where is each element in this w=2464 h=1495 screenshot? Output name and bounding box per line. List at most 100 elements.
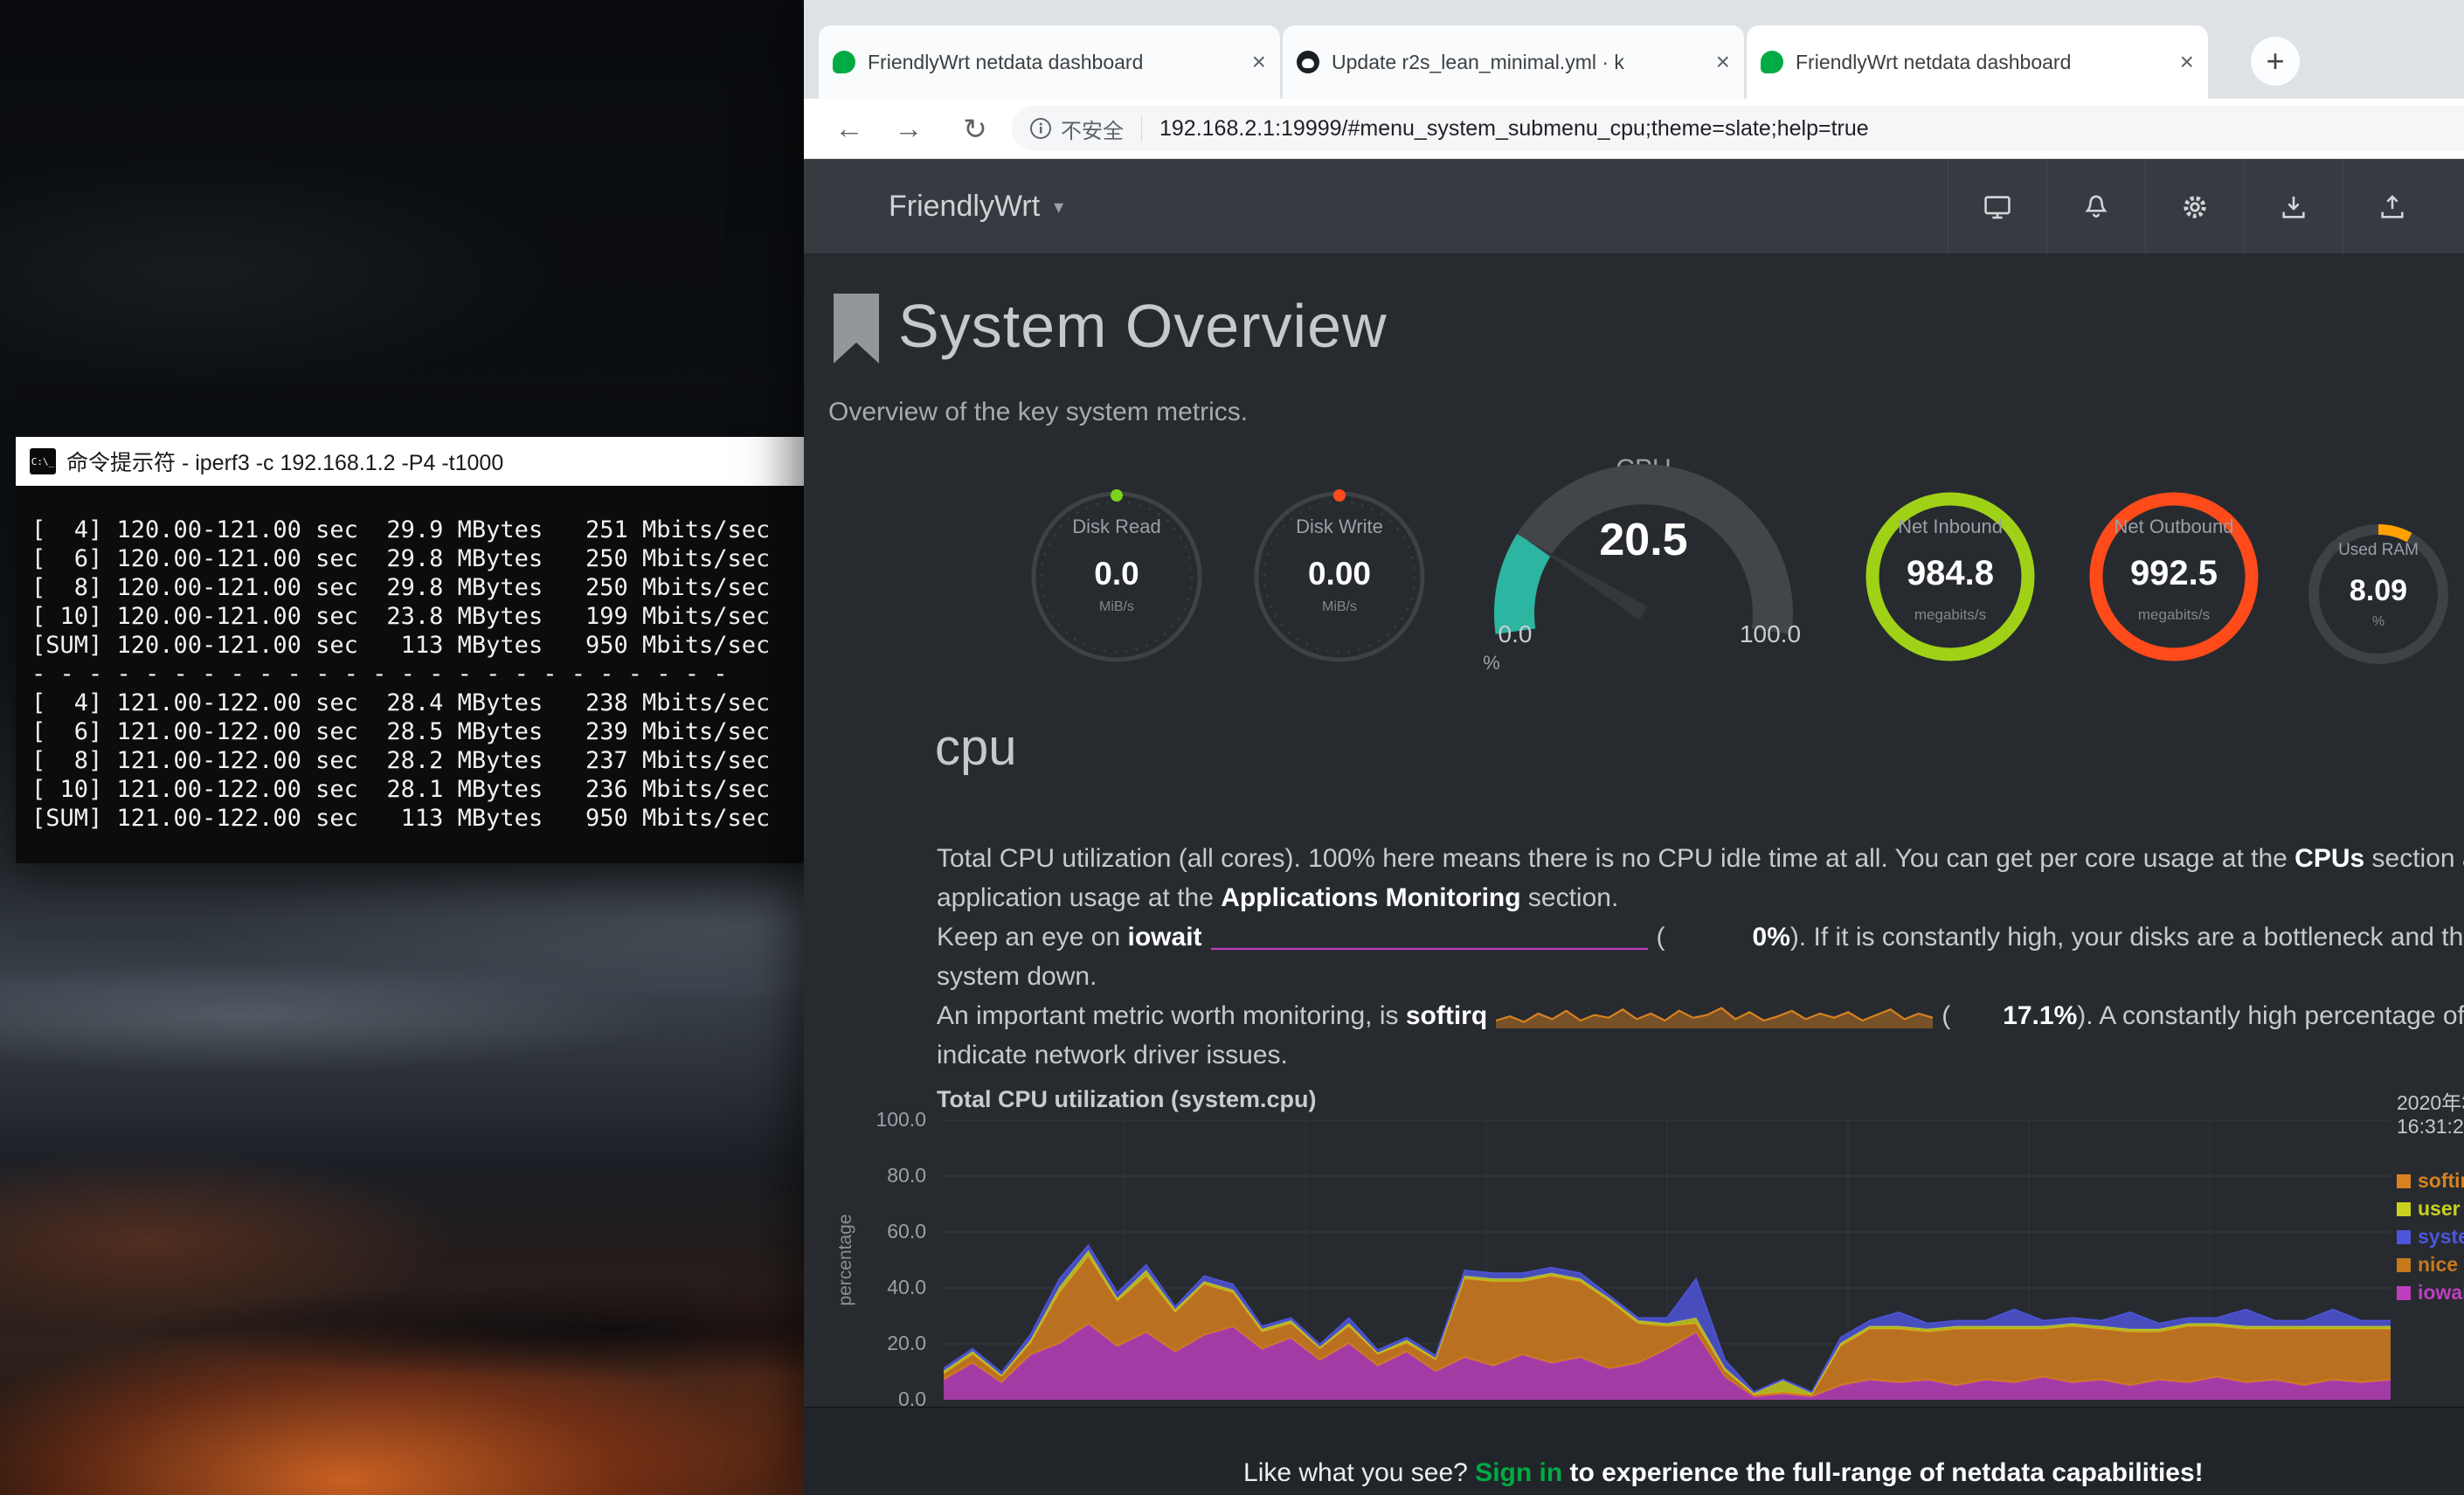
terminal-line: - - - - - - - - - - - - - - - - - - - - …	[31, 660, 797, 689]
brand-dropdown[interactable]: FriendlyWrt ▾	[889, 159, 1063, 254]
legend-label: nice	[2418, 1253, 2458, 1277]
text: (	[1941, 1001, 1950, 1031]
text: system down.	[937, 962, 1097, 992]
terminal-title: 命令提示符 - iperf3 -c 192.168.1.2 -P4 -t1000	[66, 446, 503, 477]
url-text: 192.168.2.1:19999/#menu_system_submenu_c…	[1159, 116, 1869, 142]
legend-swatch	[2397, 1174, 2411, 1188]
netdata-header: FriendlyWrt ▾	[804, 159, 2464, 254]
terminal-line: [ 6] 121.00-122.00 sec 28.5 MBytes 239 M…	[31, 717, 797, 746]
address-bar: ← → ↻ 不安全 192.168.2.1:19999/#menu_system…	[804, 99, 2464, 159]
gauge-net-inbound[interactable]: Net Inbound 984.8 megabits/s	[1863, 489, 2038, 664]
terminal-line: [ 6] 120.00-121.00 sec 29.8 MBytes 250 M…	[31, 544, 797, 573]
tab-title: Update r2s_lean_minimal.yml · k	[1332, 51, 1707, 74]
signin-link[interactable]: Sign in	[1475, 1458, 1562, 1487]
reload-icon: ↻	[963, 112, 987, 146]
softirq-value: 17.1%	[2003, 1001, 2077, 1031]
gauge-cpu[interactable]: CPU 20.5 0.0 100.0 %	[1460, 454, 1827, 682]
settings-button[interactable]	[2145, 159, 2244, 254]
plus-icon: +	[2266, 43, 2284, 80]
terminal-output[interactable]: [ 4] 120.00-121.00 sec 29.9 MBytes 251 M…	[16, 486, 804, 863]
text: Total CPU utilization (all cores). 100% …	[937, 844, 2294, 874]
netdata-favicon	[1761, 51, 1783, 73]
reload-button[interactable]: ↻	[951, 104, 1000, 153]
gauge-unit: %	[2304, 614, 2453, 630]
description-line: system down.	[937, 957, 2464, 996]
signin-bar: Like what you see? Sign in to experience…	[804, 1407, 2464, 1495]
softirq-sparkline[interactable]	[1496, 1001, 1933, 1031]
terminal-line: [ 8] 121.00-122.00 sec 28.2 MBytes 237 M…	[31, 746, 797, 775]
y-axis-tick: 40.0	[828, 1276, 926, 1299]
export-button[interactable]	[2343, 159, 2441, 254]
omnibox-divider	[1141, 115, 1142, 142]
iowait-sparkline[interactable]	[1211, 923, 1648, 952]
applications-monitoring-link[interactable]: Applications Monitoring	[1221, 883, 1520, 913]
info-icon[interactable]	[1029, 117, 1052, 140]
y-axis-tick: 100.0	[828, 1108, 926, 1132]
terminal-titlebar[interactable]: C:\_ 命令提示符 - iperf3 -c 192.168.1.2 -P4 -…	[16, 437, 804, 486]
gauge-unit: megabits/s	[1863, 606, 2038, 624]
signin-suffix: to experience the full-range of netdata …	[1562, 1458, 2204, 1487]
browser-tab[interactable]: FriendlyWrt netdata dashboard ×	[819, 25, 1280, 99]
tab-close-button[interactable]: ×	[1252, 48, 1266, 76]
terminal-line: [ 4] 121.00-122.00 sec 28.4 MBytes 238 M…	[31, 689, 797, 717]
chart-legend: softirq user system nice iowait	[2397, 1171, 2464, 1303]
import-button[interactable]	[2244, 159, 2343, 254]
back-button[interactable]: ←	[825, 104, 874, 153]
security-label[interactable]: 不安全	[1061, 114, 1124, 144]
terminal-window[interactable]: C:\_ 命令提示符 - iperf3 -c 192.168.1.2 -P4 -…	[16, 437, 804, 863]
gauge-disk-write[interactable]: Disk Write 0.00 MiB/s	[1252, 489, 1427, 664]
softirq-label: softirq	[1406, 1001, 1487, 1031]
description-line: An important metric worth monitoring, is…	[937, 996, 2464, 1035]
chart-date: 2020年3	[2397, 1086, 2464, 1116]
cpu-utilization-chart[interactable]	[944, 1120, 2391, 1400]
terminal-line: [ 10] 120.00-121.00 sec 23.8 MBytes 199 …	[31, 602, 797, 631]
text: Keep an eye on	[937, 923, 1128, 952]
legend-item[interactable]: user	[2397, 1199, 2464, 1219]
brand-label: FriendlyWrt	[889, 190, 1040, 224]
y-axis-tick: 80.0	[828, 1164, 926, 1187]
tab-close-button[interactable]: ×	[2180, 48, 2194, 76]
legend-item[interactable]: softirq	[2397, 1171, 2464, 1191]
gauge-title: Net Outbound	[2087, 516, 2261, 538]
browser-window: FriendlyWrt netdata dashboard×Update r2s…	[804, 0, 2464, 1495]
netdata-favicon	[833, 51, 855, 73]
monitor-button[interactable]	[1948, 159, 2046, 254]
forward-button[interactable]: →	[884, 104, 933, 153]
terminal-line: [ 8] 120.00-121.00 sec 29.8 MBytes 250 M…	[31, 573, 797, 602]
new-tab-button[interactable]: +	[2251, 37, 2300, 86]
terminal-line: [SUM] 121.00-122.00 sec 113 MBytes 950 M…	[31, 804, 797, 833]
text: ). If it is constantly high, your disks …	[1790, 923, 2464, 952]
omnibox[interactable]: 不安全 192.168.2.1:19999/#menu_system_subme…	[1012, 106, 2464, 151]
tab-strip: FriendlyWrt netdata dashboard×Update r2s…	[804, 0, 2464, 99]
gauge-disk-read[interactable]: Disk Read 0.0 MiB/s	[1029, 489, 1204, 664]
tab-close-button[interactable]: ×	[1716, 48, 1730, 76]
tab-title: FriendlyWrt netdata dashboard	[1796, 51, 2171, 74]
gauge-value: 0.0	[1029, 556, 1204, 592]
legend-label: user	[2418, 1197, 2461, 1221]
chart-title: Total CPU utilization (system.cpu)	[937, 1086, 1317, 1113]
bell-icon	[2081, 192, 2111, 222]
y-axis-tick: 20.0	[828, 1332, 926, 1355]
signin-text: Like what you see? Sign in to experience…	[1185, 1429, 2203, 1495]
browser-tab[interactable]: Update r2s_lean_minimal.yml · k ×	[1283, 25, 1744, 99]
legend-swatch	[2397, 1230, 2411, 1244]
browser-tab[interactable]: FriendlyWrt netdata dashboard ×	[1747, 25, 2208, 99]
gauge-title: Disk Write	[1252, 516, 1427, 538]
forward-icon: →	[895, 112, 924, 145]
page-title: System Overview	[898, 291, 1388, 361]
legend-item[interactable]: iowait	[2397, 1283, 2464, 1303]
iowait-label: iowait	[1128, 923, 1202, 952]
tab-title: FriendlyWrt netdata dashboard	[868, 51, 1243, 74]
gauge-net-outbound[interactable]: Net Outbound 992.5 megabits/s	[2087, 489, 2261, 664]
legend-item[interactable]: nice	[2397, 1255, 2464, 1275]
legend-item[interactable]: system	[2397, 1227, 2464, 1247]
y-axis-tick: 60.0	[828, 1220, 926, 1243]
cpus-link[interactable]: CPUs	[2294, 844, 2364, 874]
gauge-title: Disk Read	[1029, 516, 1204, 538]
description-line: Keep an eye on iowait(0%). If it is cons…	[937, 917, 2464, 957]
gauge-used-ram[interactable]: Used RAM 8.09 %	[2304, 520, 2453, 668]
gauge-unit: %	[1465, 652, 1518, 675]
alarms-button[interactable]	[2046, 159, 2145, 254]
description-line: Total CPU utilization (all cores). 100% …	[937, 839, 2464, 878]
text: section and per	[2364, 844, 2464, 874]
